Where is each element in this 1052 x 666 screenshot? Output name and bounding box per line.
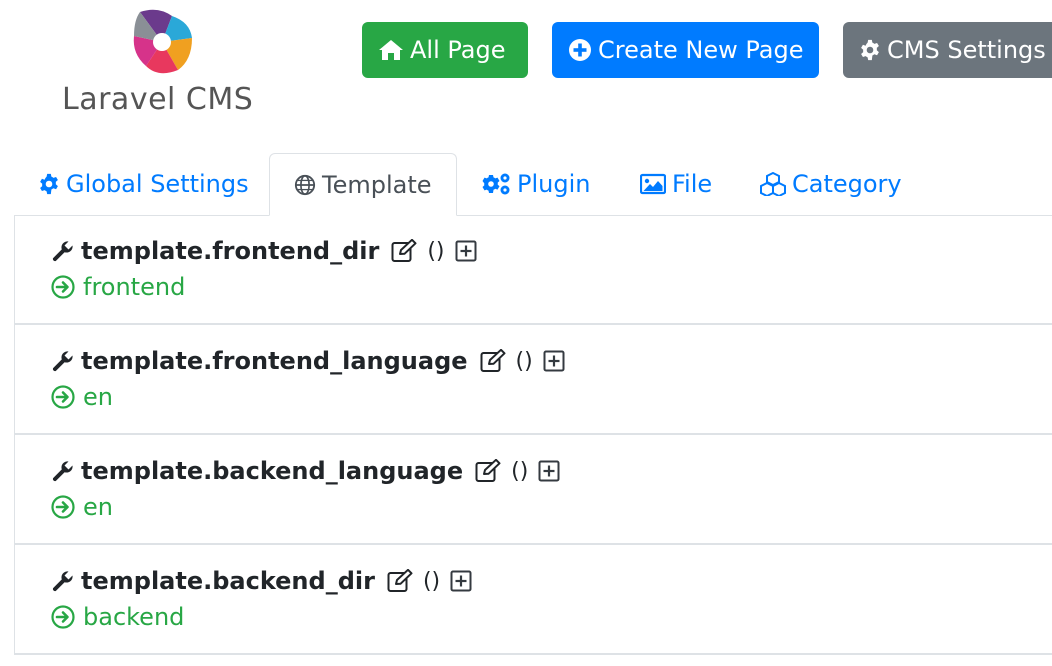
tab-label: Plugin	[517, 170, 591, 198]
globe-icon	[294, 174, 316, 195]
setting-key: template.frontend_language	[81, 347, 468, 375]
settings-tabs: Global Settings Template Plugin File Cat…	[14, 153, 1052, 216]
cms-settings-button[interactable]: CMS Settings	[843, 22, 1052, 78]
tab-label: Category	[792, 170, 902, 198]
setting-value: en	[83, 383, 113, 411]
setting-value: backend	[83, 603, 185, 631]
create-new-page-button[interactable]: Create New Page	[552, 22, 819, 78]
cms-settings-label: CMS Settings	[887, 36, 1046, 64]
edit-icon[interactable]	[387, 569, 413, 593]
tab-label: Global Settings	[66, 170, 249, 198]
setting-key: template.frontend_dir	[81, 237, 380, 265]
setting-key: template.backend_dir	[81, 567, 375, 595]
edit-icon[interactable]	[475, 459, 501, 483]
tab-plugin[interactable]: Plugin	[481, 153, 590, 215]
setting-key: template.backend_language	[81, 457, 464, 485]
setting-extra: ()	[422, 568, 441, 594]
all-page-label: All Page	[410, 36, 506, 64]
setting-extra: ()	[511, 458, 529, 484]
setting-extra: ()	[427, 238, 445, 264]
edit-icon[interactable]	[391, 239, 417, 263]
arrow-circle-right-icon	[51, 385, 75, 409]
tab-file[interactable]: File	[640, 153, 712, 215]
logo-mark-icon	[133, 9, 192, 74]
plus-circle-icon	[569, 39, 591, 61]
tab-label: Template	[322, 170, 432, 199]
cogs-icon	[482, 173, 510, 195]
tab-template[interactable]: Template	[269, 153, 457, 216]
brand-name: Laravel CMS	[62, 82, 254, 117]
gear-icon	[861, 39, 879, 61]
wrench-icon	[52, 351, 73, 372]
tab-category[interactable]: Category	[760, 153, 902, 215]
setting-row: template.frontend_dir () frontend	[15, 215, 1052, 325]
tab-label: File	[672, 170, 713, 198]
plus-square-icon[interactable]	[455, 240, 477, 262]
edit-icon[interactable]	[480, 349, 506, 373]
setting-value: frontend	[83, 273, 186, 301]
wrench-icon	[52, 241, 73, 262]
wrench-icon	[52, 571, 73, 592]
template-settings-list: template.frontend_dir () frontend templa…	[14, 215, 1052, 655]
wrench-icon	[52, 461, 73, 482]
home-icon	[379, 40, 403, 60]
tab-global-settings[interactable]: Global Settings	[38, 153, 249, 215]
setting-row: template.backend_dir () backend	[15, 545, 1052, 655]
cubes-icon	[760, 172, 786, 196]
setting-row: template.frontend_language () en	[15, 325, 1052, 435]
arrow-circle-right-icon	[51, 495, 75, 519]
plus-square-icon[interactable]	[450, 570, 472, 592]
setting-extra: ()	[515, 348, 533, 374]
create-new-page-label: Create New Page	[598, 36, 804, 64]
arrow-circle-right-icon	[51, 605, 75, 629]
arrow-circle-right-icon	[51, 275, 75, 299]
image-icon	[640, 173, 666, 195]
setting-row: template.backend_language () en	[15, 435, 1052, 545]
gear-icon	[40, 173, 58, 195]
all-page-button[interactable]: All Page	[362, 22, 528, 78]
setting-value: en	[83, 493, 113, 521]
brand-logo[interactable]: Laravel CMS	[60, 8, 270, 120]
plus-square-icon[interactable]	[543, 350, 565, 372]
plus-square-icon[interactable]	[538, 460, 560, 482]
